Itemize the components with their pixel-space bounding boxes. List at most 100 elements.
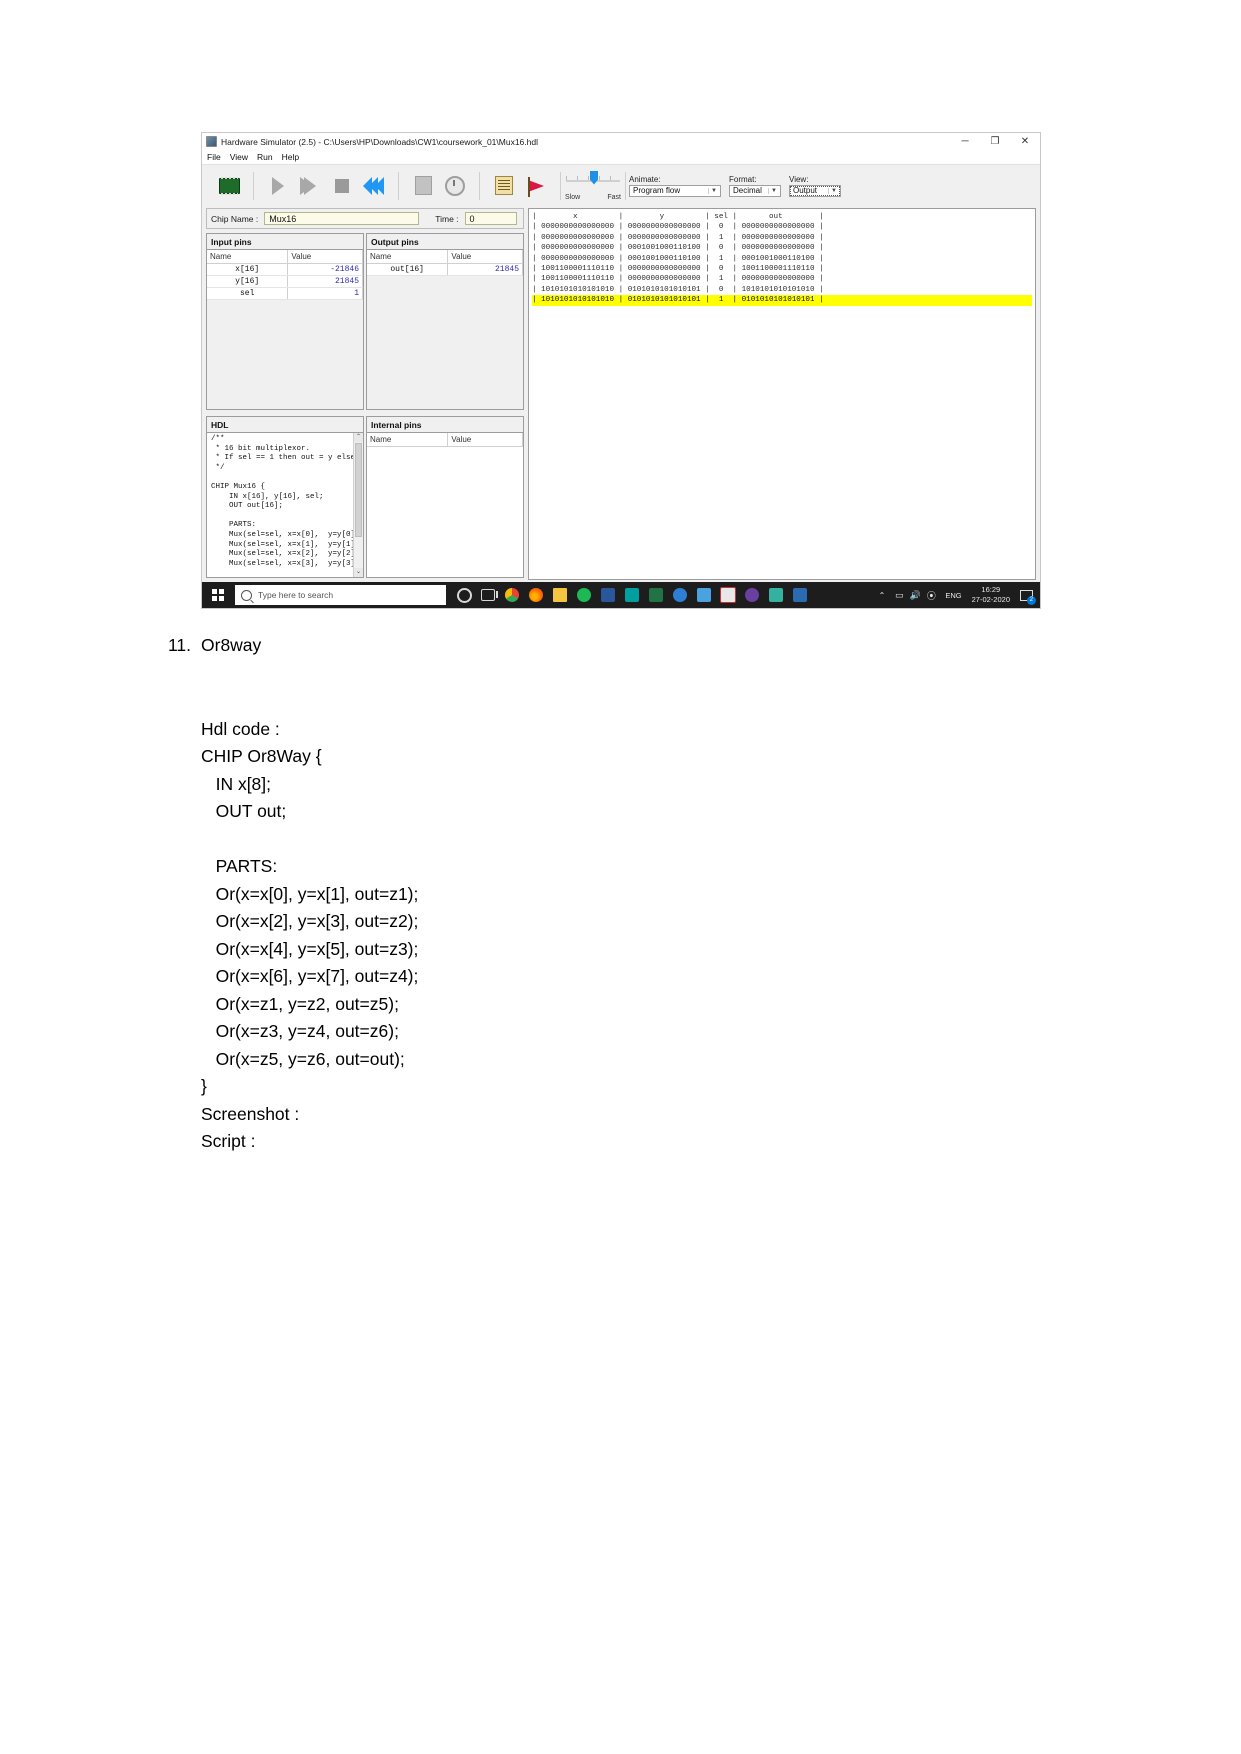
excel-icon[interactable] xyxy=(644,582,668,608)
clock-date: 27-02-2020 xyxy=(971,595,1010,604)
battery-icon[interactable]: ▭ xyxy=(891,590,907,601)
format-value: Decimal xyxy=(733,186,762,195)
settings-icon[interactable] xyxy=(740,582,764,608)
output-pins-panel: Output pins Name Value out[16] 21845 xyxy=(366,233,524,410)
photos-icon[interactable] xyxy=(692,582,716,608)
output-pins-table: Name Value out[16] 21845 xyxy=(367,250,523,276)
single-step-icon[interactable] xyxy=(265,173,291,199)
stop-icon[interactable] xyxy=(329,173,355,199)
window-titlebar: Hardware Simulator (2.5) - C:\Users\HP\D… xyxy=(202,133,1040,150)
scroll-down-icon[interactable]: ⌄ xyxy=(354,568,363,577)
menu-view[interactable]: View xyxy=(230,152,248,162)
simulation-output-panel: | x | y | sel | out | | 0000000000000000 … xyxy=(528,208,1036,580)
hdl-code-block: Hdl code : CHIP Or8Way { IN x[8]; OUT ou… xyxy=(201,688,418,1156)
load-script-icon[interactable] xyxy=(410,173,436,199)
network-icon[interactable]: ⦿ xyxy=(923,589,939,602)
output-col-value: Value xyxy=(447,250,523,264)
chip-icon xyxy=(206,136,217,147)
tray-chevron-icon[interactable]: ⌃ xyxy=(879,591,886,600)
browser-globe-icon[interactable] xyxy=(572,582,596,608)
pin-value: 21845 xyxy=(447,263,523,276)
input-pins-title: Input pins xyxy=(207,234,363,250)
list-title: Or8way xyxy=(201,635,262,655)
run-icon[interactable] xyxy=(297,173,323,199)
sim-header-row: | x | y | sel | out | xyxy=(532,213,824,221)
pin-name: y[16] xyxy=(207,275,289,288)
edge-icon[interactable] xyxy=(668,582,692,608)
animate-select[interactable]: Program flow ▼ xyxy=(629,184,721,197)
time-input[interactable]: 0 xyxy=(464,212,517,225)
pin-value[interactable]: -21846 xyxy=(287,263,363,276)
pin-name: out[16] xyxy=(367,263,449,276)
table-row[interactable]: out[16] 21845 xyxy=(367,263,523,276)
chevron-down-icon: ▼ xyxy=(828,187,839,194)
webex-icon[interactable] xyxy=(620,582,644,608)
minimize-button[interactable]: ─ xyxy=(950,133,980,150)
input-pins-table: Name Value x[16] -21846 y[16] 21845 sel … xyxy=(207,250,363,300)
pin-value[interactable]: 21845 xyxy=(287,275,363,288)
view-field: View: Output ▼ xyxy=(789,175,841,197)
toolbar-group-chip xyxy=(208,169,250,203)
pdf-icon[interactable] xyxy=(716,582,740,608)
table-row[interactable]: sel 1 xyxy=(207,287,363,300)
code-line: Script : xyxy=(201,1131,256,1151)
taskbar-clock[interactable]: 16:29 27-02-2020 xyxy=(972,585,1010,605)
code-line: Hdl code : xyxy=(201,718,280,739)
pin-name: sel xyxy=(207,287,289,300)
speed-slider-thumb[interactable] xyxy=(590,170,598,185)
menu-run[interactable]: Run xyxy=(257,152,273,162)
pin-name: x[16] xyxy=(207,263,289,276)
clock-icon[interactable] xyxy=(442,173,468,199)
speed-slider[interactable]: Slow Fast xyxy=(564,169,622,203)
chip-name-input[interactable]: Mux16 xyxy=(264,212,420,225)
animate-label: Animate: xyxy=(629,174,661,184)
code-line: Or(x=z3, y=z4, out=z6); xyxy=(201,1021,399,1041)
system-tray: ⌃ ▭ 🔊 ⦿ ENG 16:29 27-02-2020 2 xyxy=(873,582,1040,608)
notifications-icon[interactable]: 2 xyxy=(1016,582,1036,608)
output-pins-title: Output pins xyxy=(367,234,523,250)
language-indicator[interactable]: ENG xyxy=(945,591,961,600)
maximize-button[interactable]: ❐ xyxy=(980,133,1010,150)
toolbar-group-script xyxy=(402,169,476,203)
store-icon[interactable] xyxy=(788,582,812,608)
menu-file[interactable]: File xyxy=(207,152,221,162)
format-label: Format: xyxy=(729,174,757,184)
task-view-icon[interactable] xyxy=(476,582,500,608)
volume-icon[interactable]: 🔊 xyxy=(907,590,923,601)
firefox-icon[interactable] xyxy=(524,582,548,608)
table-header-row: Name Value xyxy=(207,250,363,264)
pin-value[interactable]: 1 xyxy=(287,287,363,300)
hdl-code-area[interactable]: /** * 16 bit multiplexor. * If sel == 1 … xyxy=(207,433,363,577)
hdl-scrollbar[interactable]: ⌃ ⌄ xyxy=(353,433,363,577)
menu-help[interactable]: Help xyxy=(282,152,299,162)
table-row[interactable]: y[16] 21845 xyxy=(207,275,363,288)
format-select[interactable]: Decimal ▼ xyxy=(729,184,781,197)
view-select[interactable]: Output ▼ xyxy=(789,184,841,197)
chrome-icon[interactable] xyxy=(500,582,524,608)
internal-pins-title: Internal pins xyxy=(367,417,523,433)
script-icon[interactable] xyxy=(491,173,517,199)
window-controls: ─ ❐ ✕ xyxy=(950,133,1040,150)
simulation-output[interactable]: | x | y | sel | out | | 0000000000000000 … xyxy=(532,212,1032,576)
window-title: Hardware Simulator (2.5) - C:\Users\HP\D… xyxy=(221,136,538,147)
notification-badge: 2 xyxy=(1026,596,1036,605)
taskbar-search-input[interactable]: Type here to search xyxy=(235,585,446,605)
view-value: Output xyxy=(793,186,818,195)
start-button[interactable] xyxy=(202,582,234,608)
word-icon[interactable] xyxy=(596,582,620,608)
table-row[interactable]: x[16] -21846 xyxy=(207,263,363,276)
hdl-scrollbar-thumb[interactable] xyxy=(355,443,362,537)
load-chip-icon[interactable] xyxy=(216,173,242,199)
scroll-up-icon[interactable]: ⌃ xyxy=(354,433,363,442)
chip-name-bar: Chip Name : Mux16 Time : 0 xyxy=(206,208,524,229)
toolbar-divider xyxy=(398,171,399,200)
cortana-icon[interactable] xyxy=(452,582,476,608)
left-column: Chip Name : Mux16 Time : 0 Input pins Na… xyxy=(206,208,524,580)
input-pins-panel: Input pins Name Value x[16] -21846 y[16] xyxy=(206,233,364,410)
file-explorer-icon[interactable] xyxy=(548,582,572,608)
close-button[interactable]: ✕ xyxy=(1010,133,1040,150)
teams-icon[interactable] xyxy=(764,582,788,608)
rewind-icon[interactable] xyxy=(361,173,387,199)
breakpoints-icon[interactable] xyxy=(523,173,549,199)
